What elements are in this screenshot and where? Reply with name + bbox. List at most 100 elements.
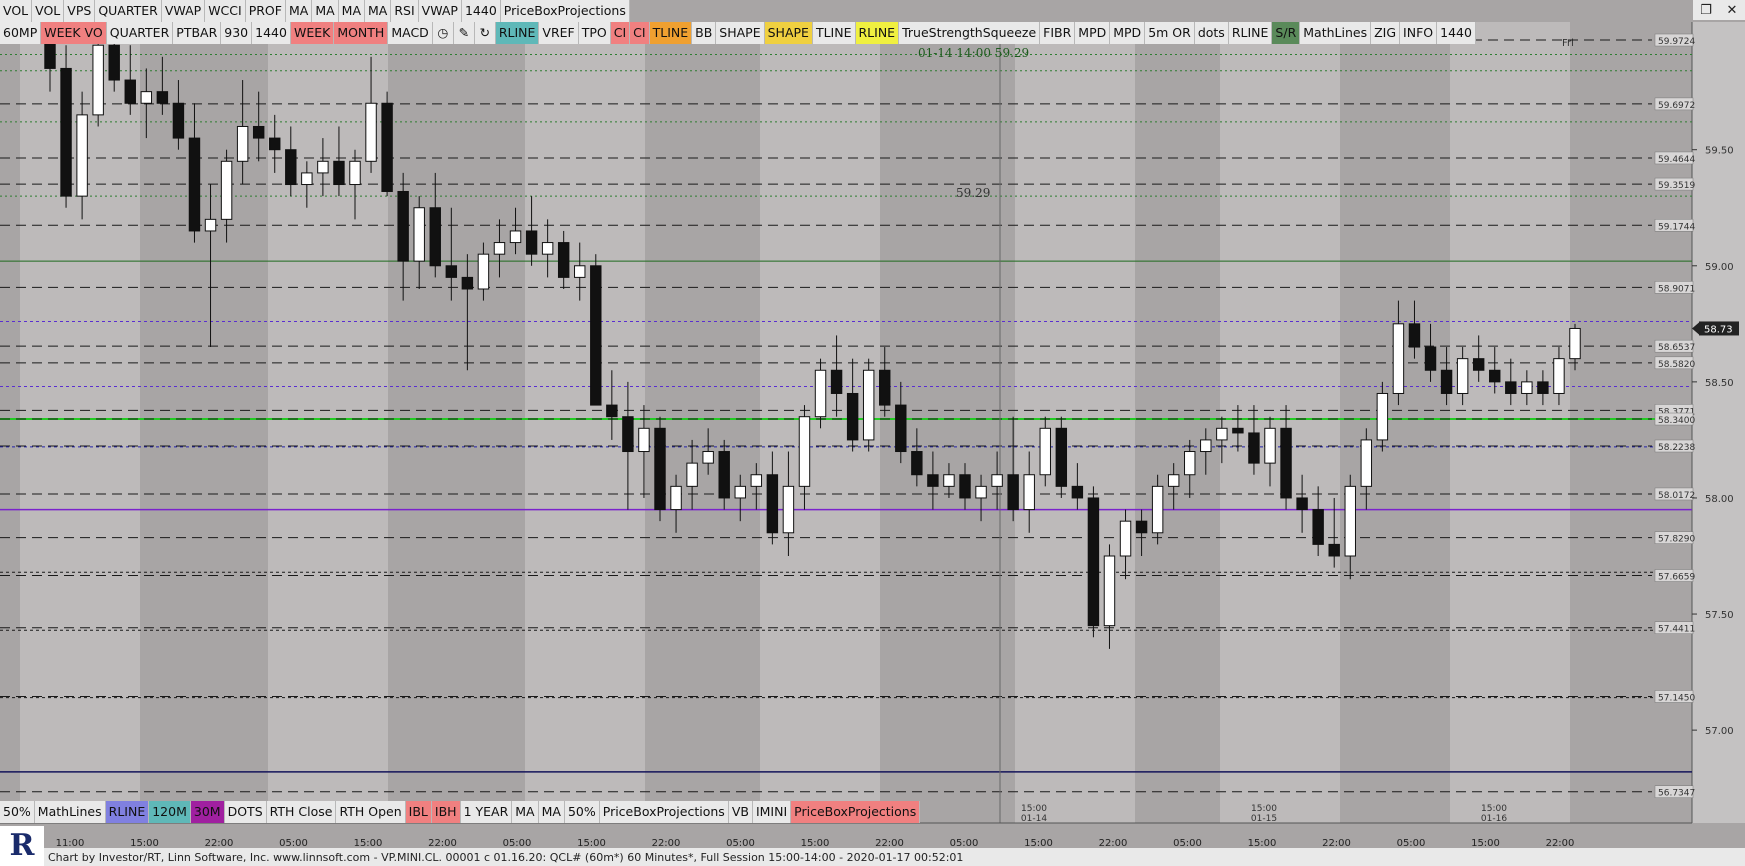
candle-body [1264, 427, 1276, 464]
main-button-week[interactable]: WEEK [290, 22, 335, 44]
top-button-1440[interactable]: 1440 [462, 0, 501, 22]
candle-body [927, 474, 939, 487]
top-button-quarter[interactable]: QUARTER [95, 0, 162, 22]
logo-glyph-icon: R [9, 828, 35, 863]
top-button-ma[interactable]: MA [286, 0, 313, 22]
candle-body [606, 404, 618, 418]
price-chart[interactable]: 59.9724 59.6972 59.4644 59.3519 59.1744 58.90… [0, 0, 1745, 866]
main-button-month[interactable]: MONTH [334, 22, 389, 44]
candle-body [285, 149, 297, 186]
bottom-button-rline[interactable]: RLINE [105, 801, 150, 823]
window-controls: ❐ ✕ [1693, 0, 1745, 20]
main-button-fibr[interactable]: FIBR [1040, 22, 1076, 44]
top-button-rsi[interactable]: RSI [391, 0, 419, 22]
candle-body [493, 242, 506, 255]
top-button-vol[interactable]: VOL [32, 0, 65, 22]
main-button-5m-or[interactable]: 5m OR [1145, 22, 1195, 44]
top-button-ma[interactable]: MA [339, 0, 365, 22]
candle-body [140, 91, 153, 104]
candle-body [1456, 358, 1469, 394]
bottom-button-mathlines[interactable]: MathLines [34, 801, 106, 823]
main-button-week-vo[interactable]: WEEK VO [41, 22, 107, 44]
main-button-zig[interactable]: ZIG [1371, 22, 1401, 44]
session-band [1015, 22, 1135, 823]
candle-body [541, 242, 554, 255]
bottom-button-50-[interactable]: 50% [0, 801, 35, 823]
bottom-button-30m[interactable]: 30M [190, 801, 225, 823]
top-button-vps[interactable]: VPS [64, 0, 96, 22]
close-window-button[interactable]: ✕ [1719, 0, 1745, 20]
candle-body [397, 190, 409, 262]
restore-window-button[interactable]: ❐ [1693, 0, 1719, 20]
candle-body [429, 207, 441, 267]
top-button-vol[interactable]: VOL [0, 0, 33, 22]
main-button-ptbar[interactable]: PTBAR [173, 22, 222, 44]
candle-body [445, 265, 458, 278]
candle-body [1103, 555, 1116, 627]
candle-body [1424, 346, 1437, 371]
candle-body [92, 44, 104, 116]
day-label: Fri [1562, 38, 1574, 49]
top-button-ma[interactable]: MA [365, 0, 392, 22]
candle-body [1232, 427, 1244, 434]
top-button-prof[interactable]: PROF [246, 0, 286, 22]
main-button-truestrengthsqueeze[interactable]: TrueStrengthSqueeze [899, 22, 1041, 44]
main-button-mpd[interactable]: MPD [1075, 22, 1111, 44]
main-button-mpd[interactable]: MPD [1110, 22, 1146, 44]
main-button-1440[interactable]: 1440 [1437, 22, 1476, 44]
main-button-rline[interactable]: RLINE [1228, 22, 1273, 44]
candle-body [124, 79, 136, 104]
top-button-vwap[interactable]: VWAP [419, 0, 462, 22]
main-button-mathlines[interactable]: MathLines [1300, 22, 1372, 44]
bottom-button-priceboxprojections[interactable]: PriceBoxProjections [599, 801, 729, 823]
candle-body [654, 427, 666, 511]
bottom-button-1-year[interactable]: 1 YEAR [460, 801, 513, 823]
main-button-shape[interactable]: SHAPE [716, 22, 765, 44]
candle-body [1360, 439, 1373, 487]
top-button-vwap[interactable]: VWAP [162, 0, 206, 22]
refresh-icon[interactable]: ↻ [475, 22, 496, 44]
main-button-rline[interactable]: RLINE [855, 22, 900, 44]
bottom-button-ma[interactable]: MA [538, 801, 565, 823]
main-button-shape[interactable]: SHAPE [764, 22, 813, 44]
bottom-button-imini[interactable]: IMINI [752, 801, 792, 823]
main-button-macd[interactable]: MACD [388, 22, 433, 44]
bottom-button-vb[interactable]: VB [728, 801, 753, 823]
crosshair-price-label: 59.29 [956, 186, 990, 200]
main-button-tline[interactable]: TLINE [649, 22, 693, 44]
bottom-button-ma[interactable]: MA [512, 801, 539, 823]
y-tick-label: 58.50 [1705, 378, 1734, 389]
bottom-button-ibl[interactable]: IBL [405, 801, 432, 823]
top-button-wcci[interactable]: WCCI [205, 0, 246, 22]
bottom-button-50-[interactable]: 50% [564, 801, 600, 823]
main-button-tline[interactable]: TLINE [812, 22, 856, 44]
bottom-button-120m[interactable]: 120M [149, 801, 191, 823]
main-button-vref[interactable]: VREF [539, 22, 579, 44]
main-button-60mp[interactable]: 60MP [0, 22, 42, 44]
bottom-button-dots[interactable]: DOTS [224, 801, 267, 823]
pencil-icon[interactable]: ✎ [454, 22, 475, 44]
top-button-priceboxprojections[interactable]: PriceBoxProjections [501, 0, 630, 22]
main-button-ci[interactable]: CI [630, 22, 650, 44]
candle-body [862, 369, 875, 441]
bottom-button-priceboxprojections[interactable]: PriceBoxProjections [791, 801, 921, 823]
main-button-s-r[interactable]: S/R [1272, 22, 1301, 44]
main-button-dots[interactable]: dots [1194, 22, 1229, 44]
clock-icon[interactable]: ◷ [433, 22, 454, 44]
bottom-button-rth-open[interactable]: RTH Open [336, 801, 406, 823]
candle-body [879, 369, 891, 406]
bottom-button-ibh[interactable]: IBH [431, 801, 461, 823]
main-button-ci[interactable]: CI [610, 22, 631, 44]
main-button-rline[interactable]: RLINE [495, 22, 540, 44]
main-button-quarter[interactable]: QUARTER [106, 22, 174, 44]
price-level-label: 57.8290 [1658, 535, 1695, 545]
price-axis-panel [1692, 22, 1745, 823]
main-button-1440[interactable]: 1440 [252, 22, 291, 44]
main-button-tpo[interactable]: TPO [578, 22, 611, 44]
main-button-930[interactable]: 930 [221, 22, 253, 44]
top-button-ma[interactable]: MA [312, 0, 339, 22]
main-button-info[interactable]: INFO [1400, 22, 1438, 44]
bottom-button-rth-close[interactable]: RTH Close [266, 801, 337, 823]
status-text: Chart by Investor/RT, Linn Software, Inc… [48, 850, 964, 864]
main-button-bb[interactable]: BB [692, 22, 717, 44]
